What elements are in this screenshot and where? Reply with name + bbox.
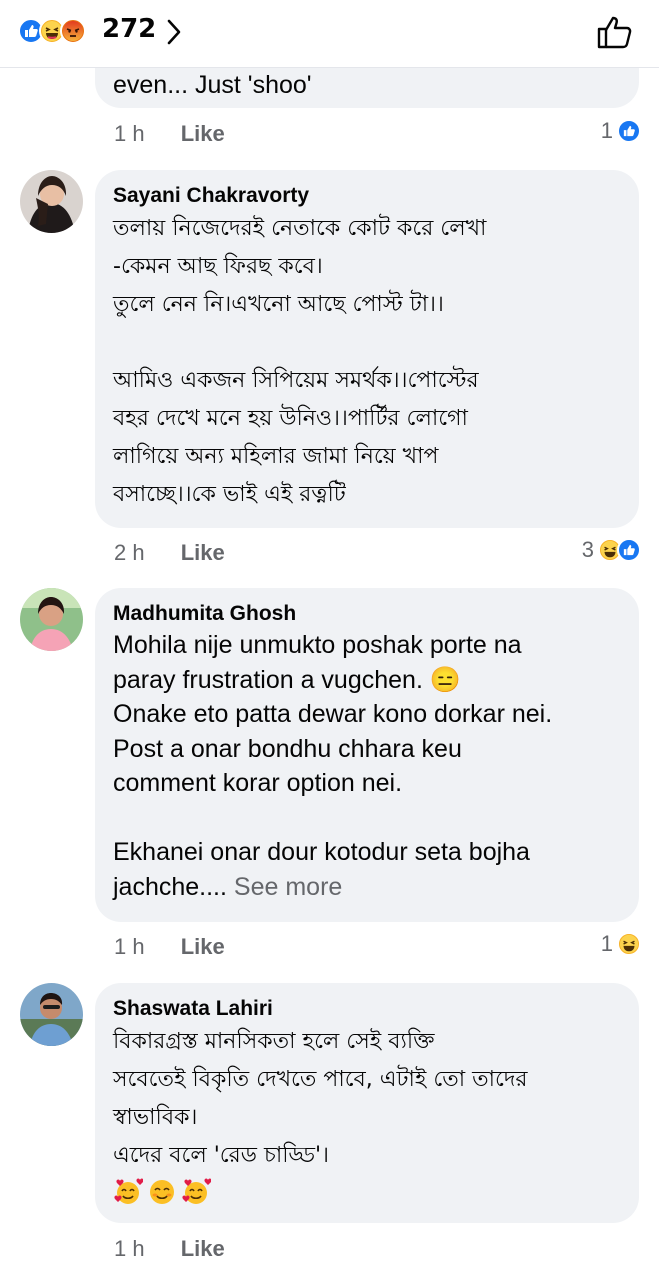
thumbs-up-outline-icon[interactable]: [596, 14, 636, 54]
like-button[interactable]: Like: [181, 1236, 225, 1261]
smiling-face-with-hearts-icon: [182, 1178, 211, 1204]
reactions-header: 272: [0, 0, 659, 68]
haha-icon: [617, 932, 641, 956]
avatar[interactable]: [20, 983, 83, 1046]
comment-actions: 2 h Like: [114, 540, 225, 566]
comment-actions: 1 h Like: [114, 121, 225, 147]
comment-reactions[interactable]: 3: [582, 537, 641, 563]
like-icon: [617, 119, 641, 143]
comment-text: Mohila nije unmukto poshak porte na para…: [113, 628, 621, 904]
like-button[interactable]: Like: [181, 540, 225, 565]
comment-author[interactable]: Sayani Chakravorty: [113, 182, 621, 210]
comment-reactions[interactable]: 1: [601, 118, 641, 144]
comment-time[interactable]: 1 h: [114, 1236, 145, 1261]
comment-bubble[interactable]: Sayani Chakravorty তলায় নিজেদেরই নেতাকে…: [95, 170, 639, 528]
angry-icon: [60, 18, 86, 44]
see-more-link[interactable]: See more: [234, 873, 342, 901]
reaction-count[interactable]: 272: [102, 14, 156, 44]
comment-author[interactable]: Shaswata Lahiri: [113, 995, 621, 1023]
comment-text: তলায় নিজেদেরই নেতাকে কোট করে লেখা -কেমন…: [113, 216, 487, 507]
reaction-count: 3: [581, 537, 594, 562]
comment-author[interactable]: Madhumita Ghosh: [113, 600, 621, 628]
reaction-count: 1: [600, 931, 613, 956]
reaction-count: 1: [600, 118, 613, 143]
comment-bubble[interactable]: Madhumita Ghosh Mohila nije unmukto posh…: [95, 588, 639, 922]
emoji-row: [113, 1177, 621, 1207]
smiling-face-with-hearts-icon: [114, 1178, 143, 1204]
smiling-face-icon: [150, 1180, 174, 1204]
comment-actions: 1 h Like: [114, 1236, 225, 1262]
comment-time[interactable]: 2 h: [114, 540, 145, 565]
avatar[interactable]: [20, 588, 83, 651]
like-icon: [617, 538, 641, 562]
comment-text: বিকারগ্রস্ত মানসিকতা হলে সেই ব্যক্তি সবে…: [113, 1029, 528, 1168]
comment-time[interactable]: 1 h: [114, 934, 145, 959]
comment-text: even... Just 'shoo': [113, 71, 312, 99]
comment-bubble[interactable]: Shaswata Lahiri বিকারগ্রস্ত মানসিকতা হলে…: [95, 983, 639, 1223]
like-button[interactable]: Like: [181, 934, 225, 959]
avatar[interactable]: [20, 170, 83, 233]
chevron-right-icon[interactable]: [165, 18, 183, 50]
comment-reactions[interactable]: 1: [601, 931, 641, 957]
like-button[interactable]: Like: [181, 121, 225, 146]
comment-actions: 1 h Like: [114, 934, 225, 960]
comment-body: Mohila nije unmukto poshak porte na para…: [113, 631, 553, 901]
comment-time[interactable]: 1 h: [114, 121, 145, 146]
reaction-summary[interactable]: [18, 18, 98, 44]
